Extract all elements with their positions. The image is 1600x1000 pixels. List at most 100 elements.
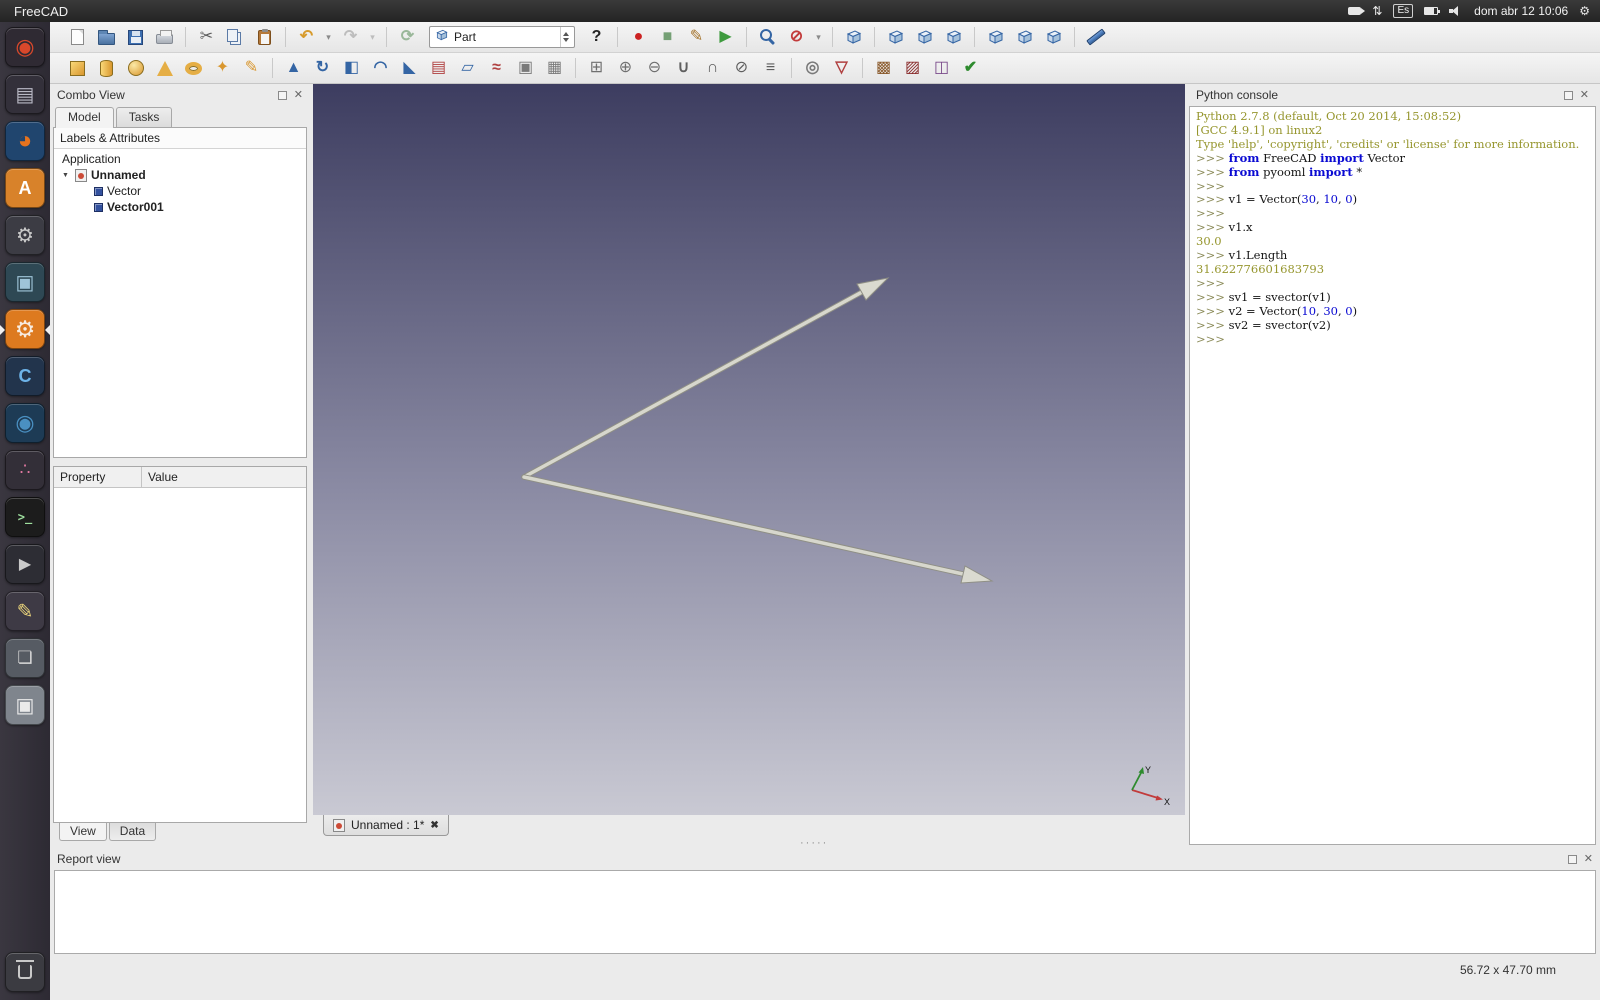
launcher-video-player[interactable]: ▶ [5, 544, 45, 584]
part-offset-button[interactable]: ▣ [512, 55, 539, 81]
cut-button[interactable]: ✂ [193, 24, 220, 50]
python-console-output[interactable]: Python 2.7.8 (default, Oct 20 2014, 15:0… [1189, 106, 1596, 845]
launcher-workspace[interactable]: ▣ [5, 262, 45, 302]
part-boolean-button[interactable]: ⊕ [612, 55, 639, 81]
open-document-button[interactable] [93, 24, 120, 50]
part-sweep-button[interactable]: ≈ [483, 55, 510, 81]
view-rear-button[interactable] [982, 24, 1009, 50]
macro-stop-button[interactable]: ■ [654, 24, 681, 50]
part-chamfer-button[interactable]: ◣ [396, 55, 423, 81]
part-section-button[interactable]: ⊘ [728, 55, 755, 81]
save-document-button[interactable] [122, 24, 149, 50]
expander-icon[interactable]: ▼ [62, 172, 71, 179]
draw-style-button[interactable]: ⊘ [783, 24, 810, 50]
part-torus-button[interactable] [180, 55, 207, 81]
undo-button[interactable]: ↶ [293, 24, 320, 50]
launcher-web-browser[interactable]: ◉ [5, 403, 45, 443]
paste-button[interactable] [251, 24, 278, 50]
tab-data[interactable]: Data [108, 823, 157, 841]
launcher-terminal[interactable]: >_ [5, 497, 45, 537]
report-view-body[interactable] [54, 870, 1596, 954]
undo-menu-arrow[interactable]: ▾ [322, 24, 335, 50]
launcher-media-app[interactable]: ∴ [5, 450, 45, 490]
part-union-button[interactable]: ∪ [670, 55, 697, 81]
part-compound-button[interactable]: ⊞ [583, 55, 610, 81]
volume-icon[interactable] [1449, 6, 1463, 16]
combo-view-close-button[interactable]: ✕ [294, 89, 303, 101]
part-check-geometry-button[interactable]: ✔ [957, 55, 984, 81]
splitter-handle[interactable]: ····· [800, 837, 828, 849]
property-body[interactable] [54, 488, 306, 822]
part-extrude-button[interactable]: ▲ [280, 55, 307, 81]
part-cone-button[interactable] [151, 55, 178, 81]
workbench-spinner[interactable] [560, 27, 571, 47]
part-convert-to-solid-button[interactable]: ▨ [899, 55, 926, 81]
measure-distance-button[interactable] [1082, 24, 1109, 50]
launcher-cpp-ide[interactable]: C [5, 356, 45, 396]
tree-item-vector[interactable]: Vector [54, 183, 306, 199]
tree-item-vector001[interactable]: Vector001 [54, 199, 306, 215]
report-view-close-button[interactable]: ✕ [1584, 853, 1593, 865]
launcher-system-tools[interactable]: ⚙ [5, 215, 45, 255]
part-create-primitives-button[interactable]: ✦ [209, 55, 236, 81]
part-mirror-button[interactable]: ◧ [338, 55, 365, 81]
view-right-button[interactable] [940, 24, 967, 50]
view-bottom-button[interactable] [1011, 24, 1038, 50]
view-front-button[interactable] [882, 24, 909, 50]
whats-this-button[interactable]: ? [583, 24, 610, 50]
refresh-button[interactable]: ⟳ [394, 24, 421, 50]
session-menu-icon[interactable]: ⚙ [1579, 4, 1590, 18]
print-button[interactable] [151, 24, 178, 50]
launcher-files[interactable]: ▤ [5, 74, 45, 114]
part-shape-from-mesh-button[interactable]: ▩ [870, 55, 897, 81]
model-tree[interactable]: Application ▼ Unnamed Vector Vector001 [54, 149, 306, 215]
workbench-selector[interactable]: Part [429, 26, 575, 48]
report-view-float-button[interactable] [1567, 854, 1577, 864]
part-cut-button[interactable]: ⊖ [641, 55, 668, 81]
part-thickness-button[interactable]: ▦ [541, 55, 568, 81]
part-defeaturing-button[interactable]: ▽ [828, 55, 855, 81]
python-console-float-button[interactable] [1563, 90, 1573, 100]
launcher-text-editor[interactable]: ✎ [5, 591, 45, 631]
new-document-button[interactable] [64, 24, 91, 50]
part-sphere-button[interactable] [122, 55, 149, 81]
viewport-3d[interactable]: X Y [313, 84, 1185, 815]
tab-view[interactable]: View [59, 823, 107, 841]
part-ruled-surface-button[interactable]: ▤ [425, 55, 452, 81]
document-tab-close-button[interactable]: ✖ [430, 820, 438, 831]
python-console-close-button[interactable]: ✕ [1580, 89, 1589, 101]
launcher-trash[interactable] [5, 952, 45, 992]
clock[interactable]: dom abr 12 10:06 [1474, 4, 1568, 18]
combo-view-float-button[interactable] [277, 90, 287, 100]
part-revolve-button[interactable]: ↻ [309, 55, 336, 81]
redo-menu-arrow[interactable]: ▾ [366, 24, 379, 50]
part-3d-offset-button[interactable]: ◎ [799, 55, 826, 81]
launcher-firefox[interactable]: ◕ [5, 121, 45, 161]
copy-button[interactable] [222, 24, 249, 50]
view-axonometric-button[interactable] [840, 24, 867, 50]
network-sync-icon[interactable]: ⇅ [1372, 4, 1382, 18]
tree-item-document[interactable]: ▼ Unnamed [54, 167, 306, 183]
launcher-software-center[interactable]: A [5, 168, 45, 208]
part-loft-button[interactable]: ▱ [454, 55, 481, 81]
part-box-button[interactable] [64, 55, 91, 81]
draw-style-arrow[interactable]: ▾ [812, 24, 825, 50]
part-reverse-shapes-button[interactable]: ◫ [928, 55, 955, 81]
macro-execute-button[interactable]: ▶ [712, 24, 739, 50]
macro-record-button[interactable]: ● [625, 24, 652, 50]
macro-edit-button[interactable]: ✎ [683, 24, 710, 50]
part-cross-sections-button[interactable]: ≡ [757, 55, 784, 81]
launcher-ubuntu-dash[interactable]: ◉ [5, 27, 45, 67]
part-cylinder-button[interactable] [93, 55, 120, 81]
tab-model[interactable]: Model [55, 107, 114, 128]
part-shape-builder-button[interactable]: ✎ [238, 55, 265, 81]
part-fillet-button[interactable]: ◠ [367, 55, 394, 81]
launcher-file-manager[interactable]: ▣ [5, 685, 45, 725]
launcher-freecad[interactable]: ⚙ [0, 309, 50, 349]
part-common-button[interactable]: ∩ [699, 55, 726, 81]
fit-all-button[interactable] [754, 24, 781, 50]
document-tab[interactable]: Unnamed : 1* ✖ [323, 815, 449, 836]
view-top-button[interactable] [911, 24, 938, 50]
tab-tasks[interactable]: Tasks [115, 107, 173, 127]
launcher-window-manager[interactable]: ❏ [5, 638, 45, 678]
